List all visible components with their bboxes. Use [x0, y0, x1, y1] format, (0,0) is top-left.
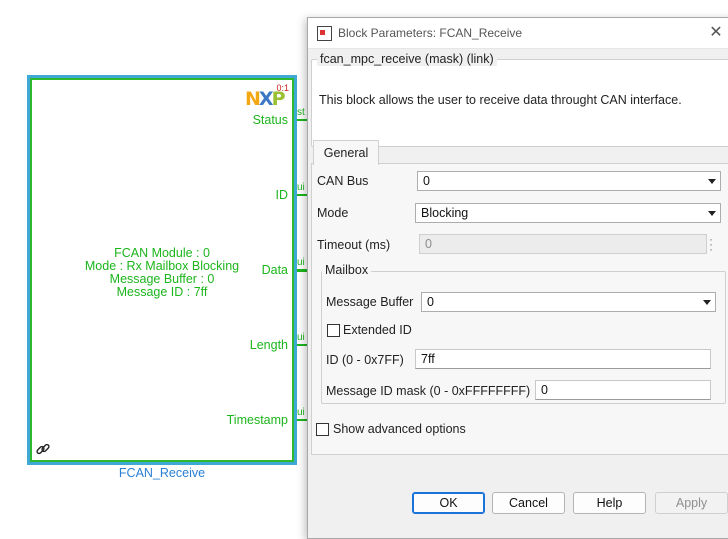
extended-id-checkbox[interactable]: [327, 324, 340, 337]
more-options-icon[interactable]: · · ·: [708, 233, 714, 255]
tab-general[interactable]: General: [313, 140, 379, 165]
apply-button[interactable]: Apply: [655, 492, 728, 514]
message-buffer-select[interactable]: 0: [421, 292, 716, 312]
mailbox-legend: Mailbox: [322, 263, 372, 277]
message-buffer-value: 0: [427, 295, 434, 309]
block-name-label[interactable]: FCAN_Receive: [27, 466, 297, 480]
port-type-data: ui: [297, 257, 305, 268]
can-bus-value: 0: [423, 174, 430, 188]
timeout-field[interactable]: 0: [419, 234, 707, 254]
dialog-title: Block Parameters: FCAN_Receive: [338, 26, 523, 40]
mode-value: Blocking: [421, 206, 469, 220]
mode-select[interactable]: Blocking: [415, 203, 721, 223]
output-port-data[interactable]: [297, 269, 307, 272]
show-advanced-checkbox[interactable]: [316, 423, 329, 436]
can-bus-label: CAN Bus: [317, 174, 369, 188]
ok-button[interactable]: OK: [412, 492, 485, 514]
show-advanced-label: Show advanced options: [333, 422, 466, 436]
output-port-id[interactable]: [297, 194, 307, 196]
close-icon[interactable]: ✕: [705, 22, 727, 44]
port-type-status: st: [297, 107, 305, 118]
output-port-status[interactable]: [297, 119, 307, 121]
help-button[interactable]: Help: [573, 492, 646, 514]
id-label: ID (0 - 0x7FF): [326, 353, 404, 367]
cancel-button[interactable]: Cancel: [492, 492, 565, 514]
id-mask-label: Message ID mask (0 - 0xFFFFFFFF): [326, 384, 531, 398]
tab-panel-general: CAN Bus 0 Mode Blocking Timeout (ms) 0 M…: [311, 163, 728, 455]
chevron-down-icon: [708, 211, 716, 216]
library-link-icon: [36, 443, 50, 455]
block-info-line: Message ID : 7ff: [116, 285, 208, 299]
mask-header: fcan_mpc_receive (mask) (link): [317, 52, 497, 66]
mode-label: Mode: [317, 206, 349, 220]
sample-time-label: 0:1: [276, 83, 289, 93]
port-type-id: ui: [297, 182, 305, 193]
port-type-length: ui: [297, 332, 305, 343]
dialog-titlebar[interactable]: Block Parameters: FCAN_Receive ✕: [308, 18, 728, 49]
port-label-data: Data: [261, 263, 288, 277]
port-label-length: Length: [249, 338, 288, 352]
chevron-down-icon: [708, 179, 716, 184]
fcan-receive-block[interactable]: NXP 0:1 FCAN Module : 0 Mode : Rx Mailbo…: [30, 78, 294, 462]
block-info-text: FCAN Module : 0 Mode : Rx Mailbox Blocki…: [32, 247, 292, 299]
extended-id-label: Extended ID: [343, 323, 412, 337]
mask-description: This block allows the user to receive da…: [319, 93, 682, 107]
block-parameters-dialog: Block Parameters: FCAN_Receive ✕ This bl…: [307, 17, 728, 539]
output-port-length[interactable]: [297, 344, 307, 346]
message-buffer-label: Message Buffer: [326, 295, 414, 309]
port-label-timestamp: Timestamp: [226, 413, 288, 427]
simulink-block-icon: [317, 26, 332, 41]
mask-description-group: This block allows the user to receive da…: [311, 59, 728, 147]
timeout-label: Timeout (ms): [317, 238, 391, 252]
port-label-id: ID: [275, 188, 289, 202]
port-type-timestamp: ui: [297, 407, 305, 418]
port-label-status: Status: [252, 113, 288, 127]
output-port-timestamp[interactable]: [297, 419, 307, 421]
block-selection-frame[interactable]: NXP 0:1 FCAN Module : 0 Mode : Rx Mailbo…: [27, 75, 297, 465]
id-field[interactable]: 7ff: [415, 349, 711, 369]
id-mask-field[interactable]: 0: [535, 380, 711, 400]
can-bus-select[interactable]: 0: [417, 171, 721, 191]
chevron-down-icon: [703, 300, 711, 305]
